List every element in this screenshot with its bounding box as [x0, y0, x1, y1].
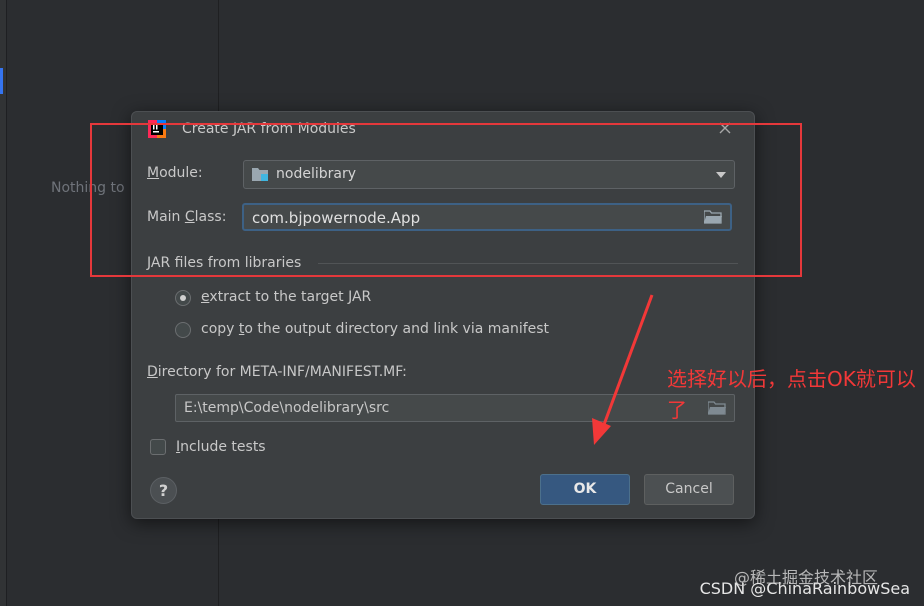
module-label: Module: [147, 165, 203, 181]
radio-extract[interactable] [175, 290, 191, 306]
radio-copy[interactable] [175, 322, 191, 338]
main-class-value: com.bjpowernode.App [252, 209, 421, 227]
radio-copy-label[interactable]: copy to the output directory and link vi… [201, 321, 549, 337]
tool-window-active-marker[interactable] [0, 68, 3, 94]
manifest-dir-value: E:\temp\Code\nodelibrary\src [184, 400, 390, 416]
chevron-down-icon [716, 172, 726, 178]
module-select[interactable]: nodelibrary [243, 160, 735, 189]
radio-extract-label[interactable]: extract to the target JAR [201, 289, 371, 305]
main-class-field[interactable]: com.bjpowernode.App [242, 203, 732, 231]
section-divider [318, 263, 738, 264]
module-folder-icon [252, 168, 268, 181]
dialog-title: Create JAR from Modules [182, 121, 356, 137]
close-icon[interactable] [718, 121, 732, 135]
browse-folder-icon[interactable] [704, 210, 722, 224]
intellij-app-icon [148, 120, 166, 138]
create-jar-dialog: Create JAR from Modules Module: nodelibr… [131, 111, 755, 519]
ok-button[interactable]: OK [540, 474, 630, 505]
include-tests-label[interactable]: Include tests [176, 439, 266, 455]
cancel-button[interactable]: Cancel [644, 474, 734, 505]
module-select-value: nodelibrary [276, 166, 356, 182]
watermark-overlay: @稀土掘金技术社区 [734, 568, 879, 587]
empty-panel-text: Nothing to [51, 180, 125, 196]
section-label: JAR files from libraries [147, 255, 302, 271]
annotation-text: 选择好以后，点击OK就可以了 [667, 367, 916, 422]
manifest-dir-label: Directory for META-INF/MANIFEST.MF: [147, 364, 407, 380]
manifest-dir-field[interactable]: E:\temp\Code\nodelibrary\src [175, 394, 735, 422]
main-class-label: Main Class: [147, 209, 227, 225]
include-tests-checkbox[interactable] [150, 439, 166, 455]
help-button[interactable]: ? [150, 477, 177, 504]
